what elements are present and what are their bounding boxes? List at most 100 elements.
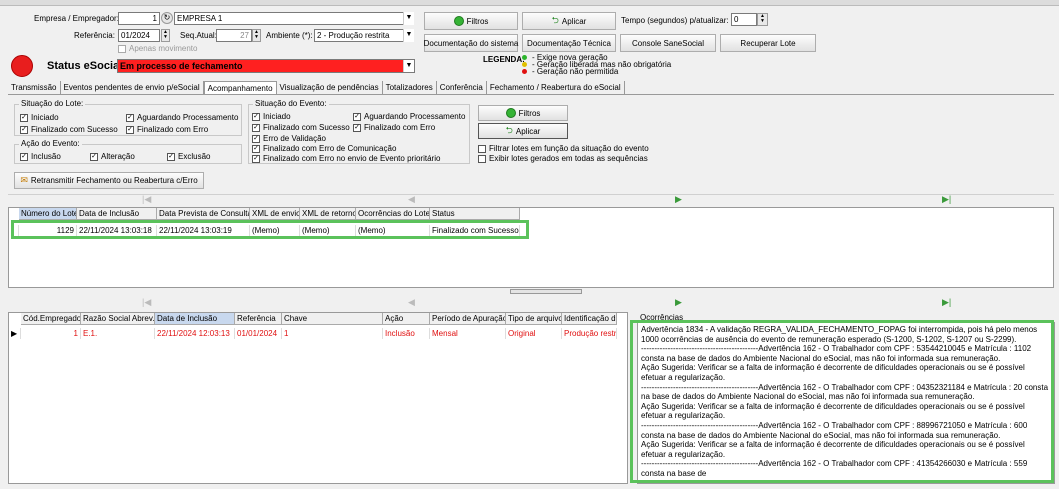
evento-aguardando-checkbox[interactable]: ✓ Aguardando Processamento (353, 112, 465, 121)
retransmit-icon: ✉ (20, 175, 28, 185)
tab-eventos-pendentes[interactable]: Eventos pendentes de envio p/eSocial (61, 81, 204, 94)
column-header[interactable]: Ocorrências do Lote (356, 208, 430, 220)
acao-alteracao-checkbox[interactable]: ✓ Alteração (90, 152, 135, 161)
seq-input: 27 (216, 29, 252, 42)
tab-totalizadores[interactable]: Totalizadores (383, 81, 437, 94)
tab-conferencia[interactable]: Conferência (437, 81, 487, 94)
evento-finalizado-erro-checkbox[interactable]: ✓ Finalizado com Erro (353, 123, 435, 132)
prev-record-icon[interactable]: ◀ (408, 297, 415, 309)
filtros-evento-button[interactable]: Filtros (478, 105, 568, 121)
acao-exclusao-checkbox[interactable]: ✓ Exclusão (167, 152, 210, 161)
first-record-icon[interactable]: |◀ (142, 194, 151, 206)
seq-spin[interactable]: ▲ ▼ (252, 29, 261, 42)
evento-finalizado-sucesso-checkbox[interactable]: ✓ Finalizado com Sucesso (252, 123, 350, 132)
tempo-spin[interactable]: ▲ ▼ (757, 13, 768, 26)
chevron-down-icon[interactable]: ▼ (403, 60, 414, 72)
column-header[interactable]: Data de Inclusão (155, 313, 235, 325)
table-cell[interactable]: 1 (21, 328, 81, 339)
lote-finalizado-erro-checkbox[interactable]: ✓ Finalizado com Erro (126, 125, 208, 134)
tab-bar: Transmissão Eventos pendentes de envio p… (8, 81, 625, 94)
table-cell[interactable]: E.1. (81, 328, 155, 339)
last-record-icon[interactable]: ▶| (942, 297, 951, 309)
tab-fechamento[interactable]: Fechamento / Reabertura do eSocial (487, 81, 625, 94)
next-record-icon[interactable]: ▶ (675, 297, 682, 309)
column-header[interactable]: Data de Inclusão (77, 208, 157, 220)
group-title: Situação do Lote: (19, 99, 86, 108)
lote-finalizado-sucesso-checkbox[interactable]: ✓ Finalizado com Sucesso (20, 125, 118, 134)
tempo-input[interactable]: 0 (731, 13, 757, 26)
recuperar-lote-button[interactable]: Recuperar Lote (720, 34, 816, 52)
doc-tecnica-button[interactable]: Documentação Técnica (522, 34, 616, 52)
first-record-icon[interactable]: |◀ (142, 297, 151, 309)
legend: - Exige nova geração - Geração liberada … (522, 54, 671, 76)
filtros-button[interactable]: Filtros (424, 12, 518, 30)
column-header[interactable]: Identificação d (562, 313, 617, 325)
column-header[interactable]: Ação (383, 313, 430, 325)
next-record-icon[interactable]: ▶ (675, 194, 682, 206)
table-cell[interactable]: Original (506, 328, 562, 339)
status-indicator-icon (11, 55, 33, 77)
prev-record-icon[interactable]: ◀ (408, 194, 415, 206)
evento-iniciado-checkbox[interactable]: ✓ Iniciado (252, 112, 291, 121)
retransmitir-button[interactable]: ✉ Retransmitir Fechamento ou Reabertura c… (14, 172, 204, 189)
splitter-handle[interactable] (510, 289, 582, 294)
column-header[interactable]: XML de envio (250, 208, 300, 220)
lote-iniciado-checkbox[interactable]: ✓ Iniciado (20, 113, 59, 122)
chevron-down-icon[interactable]: ▼ (403, 29, 414, 42)
legend-dot-icon (522, 69, 527, 74)
column-header[interactable]: Razão Social Abrev. (81, 313, 155, 325)
tab-transmissao[interactable]: Transmissão (8, 81, 61, 94)
chevron-down-icon[interactable]: ▼ (403, 12, 414, 25)
console-button[interactable]: Console SaneSocial (620, 34, 716, 52)
status-select[interactable]: Em processo de fechamento (117, 59, 415, 73)
table-cell[interactable]: Inclusão (383, 328, 430, 339)
evento-erro-prioritario-checkbox[interactable]: ✓ Finalizado com Erro no envio de Evento … (252, 154, 440, 163)
table-cell[interactable]: 22/11/2024 12:03:13 (155, 328, 235, 339)
tab-acompanhamento[interactable]: Acompanhamento (203, 81, 277, 94)
ambiente-select[interactable]: 2 - Produção restrita (314, 29, 414, 42)
tempo-label: Tempo (segundos) p/atualizar: (621, 16, 729, 25)
table-cell[interactable]: Mensal (430, 328, 506, 339)
legend-item: - Geração não permitida (522, 68, 671, 76)
table-cell[interactable]: Produção restri (562, 328, 617, 339)
column-header[interactable]: Chave (282, 313, 383, 325)
exibir-lotes-checkbox[interactable]: Exibir lotes gerados em todas as sequênc… (478, 154, 648, 163)
filter-icon (453, 16, 464, 26)
column-header[interactable]: Status (430, 208, 520, 220)
filtrar-lotes-checkbox[interactable]: Filtrar lotes em função da situação do e… (478, 144, 649, 153)
column-header[interactable]: Data Prevista de Consulta (157, 208, 250, 220)
aplicar-button[interactable]: ⮌ Aplicar (522, 12, 616, 30)
table-cell[interactable]: 1 (282, 328, 383, 339)
acao-inclusao-checkbox[interactable]: ✓ Inclusão (20, 152, 61, 161)
column-header[interactable]: Período de Apuração (430, 313, 506, 325)
apply-icon: ⮌ (505, 125, 513, 135)
lote-aguardando-checkbox[interactable]: ✓ Aguardando Processamento (126, 113, 238, 122)
referencia-input[interactable]: 01/2024 (118, 29, 160, 42)
doc-sistema-button[interactable]: Documentação do sistema (424, 34, 518, 52)
column-header[interactable]: Referência (235, 313, 282, 325)
table-row-indicator: ▶ (9, 328, 21, 339)
column-header[interactable]: XML de retorno (300, 208, 356, 220)
evento-erro-validacao-checkbox[interactable]: ✓ Erro de Validação (252, 134, 326, 143)
apenas-movimento-checkbox[interactable]: Apenas movimento (118, 44, 197, 53)
filter-icon (505, 108, 516, 118)
empresa-code-input[interactable]: 1 (118, 12, 160, 25)
group-title: Ação do Evento: (19, 139, 82, 148)
column-header[interactable]: Número do Lote (19, 208, 77, 220)
refresh-icon[interactable]: ↻ (161, 12, 173, 24)
referencia-spin[interactable]: ▲ ▼ (161, 29, 170, 42)
status-label: Status eSocial: (47, 60, 126, 72)
evento-erro-comunicacao-checkbox[interactable]: ✓ Finalizado com Erro de Comunicação (252, 144, 396, 153)
empresa-label: Empresa / Empregador: (34, 14, 119, 23)
empresa-name-select[interactable]: EMPRESA 1 (174, 12, 414, 25)
top-strip (0, 0, 1059, 6)
last-record-icon[interactable]: ▶| (942, 194, 951, 206)
highlight-box (11, 220, 529, 239)
legend-title: LEGENDA: (483, 55, 525, 64)
aplicar-evento-button[interactable]: ⮌ Aplicar (478, 123, 568, 139)
column-header[interactable]: Cód.Empregador (21, 313, 81, 325)
column-header[interactable]: Tipo de arquivo (506, 313, 562, 325)
tab-visualizacao[interactable]: Visualização de pendências (277, 81, 383, 94)
apply-icon: ⮌ (551, 15, 559, 25)
table-cell[interactable]: 01/01/2024 (235, 328, 282, 339)
